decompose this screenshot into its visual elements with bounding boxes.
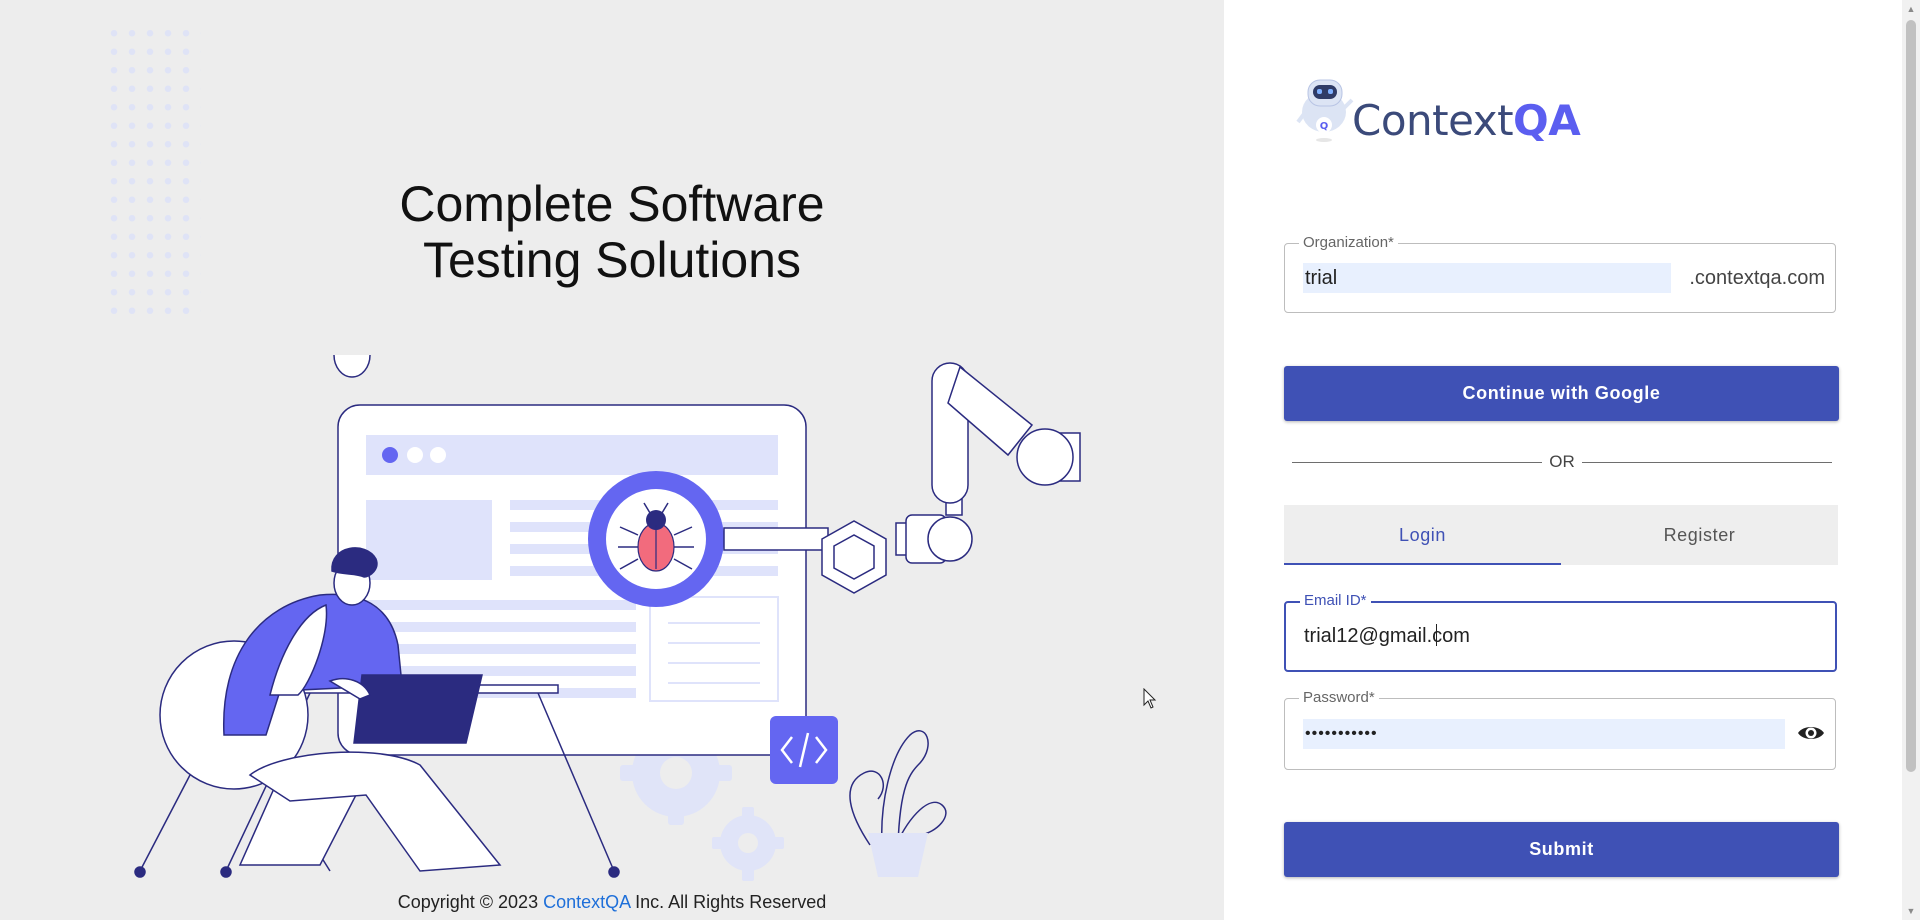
copyright-suffix: Inc. All Rights Reserved (635, 892, 827, 912)
svg-text:Q: Q (1320, 121, 1329, 132)
plant-graphic (849, 730, 947, 877)
email-label: Email ID* (1300, 592, 1371, 609)
brand-logo-text: ContextQA (1352, 96, 1581, 145)
password-label: Password* (1299, 689, 1379, 706)
tab-register[interactable]: Register (1561, 505, 1838, 565)
organization-label: Organization* (1299, 234, 1398, 251)
continue-with-google-button[interactable]: Continue with Google (1284, 366, 1839, 421)
scrollbar-thumb[interactable] (1906, 20, 1916, 772)
hero-headline: Complete Software Testing Solutions (0, 176, 1224, 288)
or-text: OR (1549, 452, 1575, 471)
password-input[interactable]: ••••••••••• (1303, 719, 1785, 749)
code-icon (770, 716, 838, 784)
login-register-tabs: Login Register (1284, 505, 1838, 565)
organization-input[interactable]: trial (1303, 263, 1671, 293)
page-scrollbar[interactable]: ▲ ▼ (1902, 0, 1920, 920)
tab-login[interactable]: Login (1284, 505, 1561, 565)
text-caret (1436, 624, 1437, 646)
hero-headline-line-2: Testing Solutions (422, 232, 801, 288)
email-input[interactable]: trial12@gmail.com (1304, 621, 1470, 651)
active-tab-indicator (1284, 563, 1561, 565)
divider-line-right (1582, 462, 1832, 463)
or-divider: OR (1292, 452, 1832, 474)
organization-domain-suffix: .contextqa.com (1689, 267, 1825, 289)
copyright-prefix: Copyright © 2023 (397, 892, 539, 912)
software-testing-illustration (134, 355, 1081, 881)
eye-icon[interactable] (1796, 721, 1826, 745)
scroll-up-arrow-icon[interactable]: ▲ (1902, 0, 1920, 18)
submit-button[interactable]: Submit (1284, 822, 1839, 877)
mouse-pointer-icon (1143, 688, 1157, 709)
brand-logo-context: Context (1352, 96, 1514, 145)
hero-panel: Complete Software Testing Solutions Copy… (0, 0, 1224, 920)
divider-line-left (1292, 462, 1542, 463)
scroll-down-arrow-icon[interactable]: ▼ (1902, 902, 1920, 920)
copyright-brand-link[interactable]: ContextQA (543, 892, 630, 912)
email-field[interactable]: Email ID* trial12@gmail.com (1284, 592, 1837, 672)
robot-arm-graphic (821, 362, 1081, 594)
hero-headline-line-1: Complete Software (399, 176, 825, 232)
organization-field[interactable]: Organization* trial .contextqa.com (1284, 234, 1836, 313)
brand-logo-qa: QA (1513, 96, 1581, 145)
password-field[interactable]: Password* ••••••••••• (1284, 689, 1836, 770)
copyright-footer: Copyright © 2023 ContextQA Inc. All Righ… (0, 892, 1224, 913)
small-gear-icon (712, 807, 784, 881)
